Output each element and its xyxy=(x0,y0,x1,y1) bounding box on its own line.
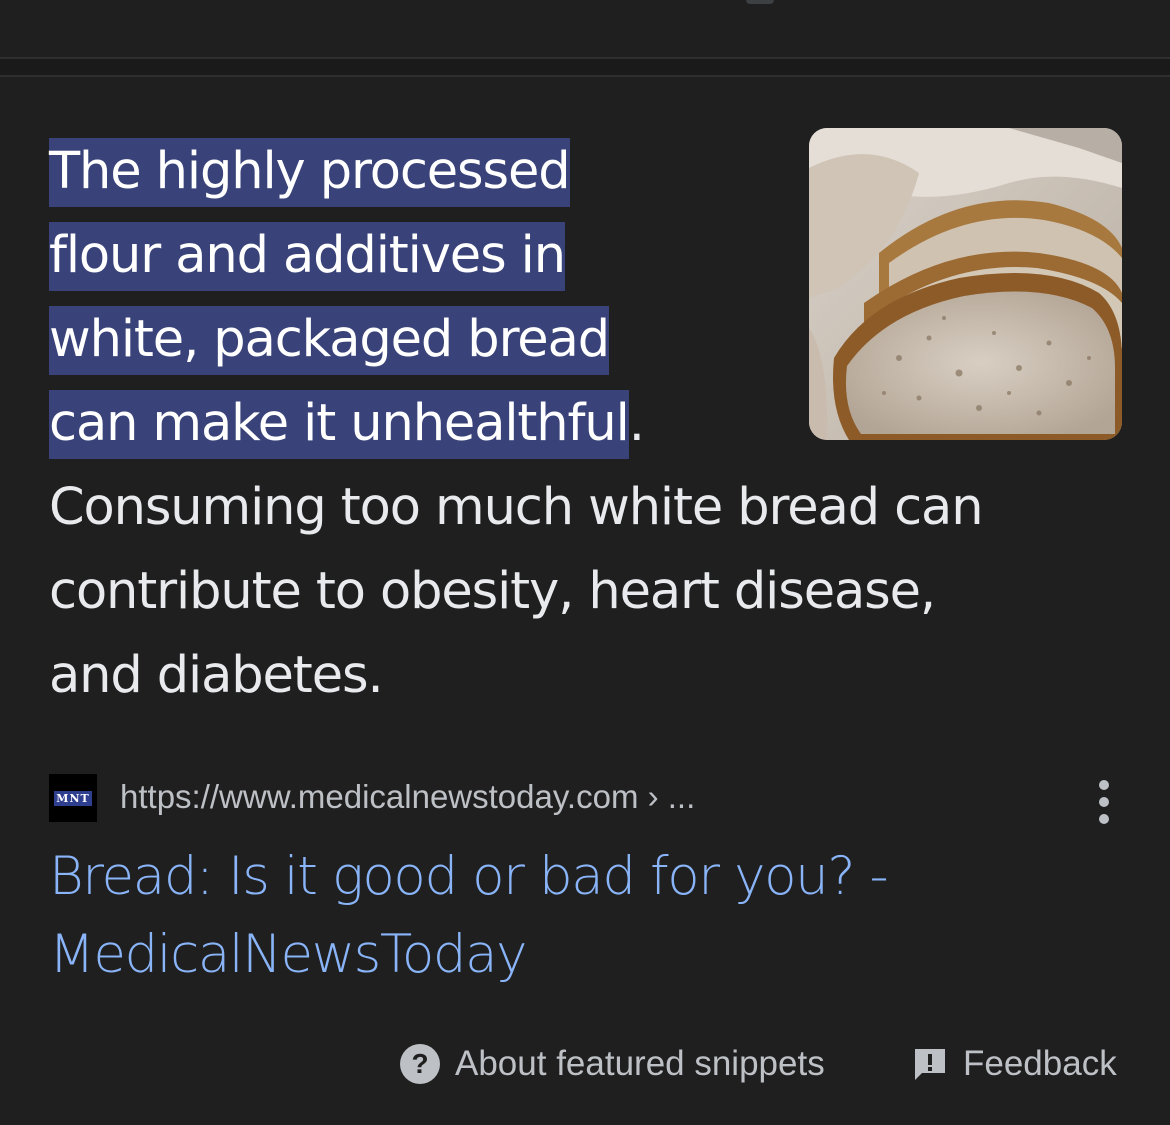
result-title-line: Bread: Is it good or bad for you? - xyxy=(49,846,889,907)
snippet-line: Consuming too much white bread can xyxy=(49,478,984,537)
feedback-label: Feedback xyxy=(963,1044,1117,1083)
bread-photo[interactable] xyxy=(809,128,1122,440)
result-title-line: MedicalNewsToday xyxy=(49,924,528,985)
highlighted-text: flour and additives in xyxy=(49,222,566,291)
feedback-icon xyxy=(912,1046,948,1082)
source-url[interactable]: https://www.medicalnewstoday.com › ... xyxy=(120,778,695,816)
highlighted-text: can make it unhealthful xyxy=(49,390,630,459)
snippet-line: contribute to obesity, heart disease, xyxy=(49,562,936,621)
about-label: About featured snippets xyxy=(455,1044,825,1083)
section-divider xyxy=(0,57,1170,77)
highlighted-text: The highly processed xyxy=(49,138,571,207)
favicon-text: MNT xyxy=(54,790,92,806)
feedback-link[interactable]: Feedback xyxy=(912,1044,1117,1084)
snippet-line: and diabetes. xyxy=(49,646,384,705)
more-dot xyxy=(1099,780,1109,790)
site-favicon: MNT xyxy=(49,774,97,822)
highlighted-text: white, packaged bread xyxy=(49,306,610,375)
sentence-period: . xyxy=(628,394,645,453)
snippet-footer: ? About featured snippets Feedback xyxy=(0,1040,1170,1090)
about-featured-snippets-link[interactable]: ? About featured snippets xyxy=(400,1044,825,1084)
top-strip xyxy=(0,0,1170,57)
source-row[interactable]: MNT https://www.medicalnewstoday.com › .… xyxy=(49,772,1124,824)
more-dot xyxy=(1099,797,1109,807)
more-vert-icon[interactable] xyxy=(1089,780,1119,824)
help-circle-icon: ? xyxy=(400,1044,440,1084)
more-dot xyxy=(1099,814,1109,824)
top-mark xyxy=(746,0,774,4)
result-title-link[interactable]: Bread: Is it good or bad for you? - Medi… xyxy=(49,838,1124,994)
